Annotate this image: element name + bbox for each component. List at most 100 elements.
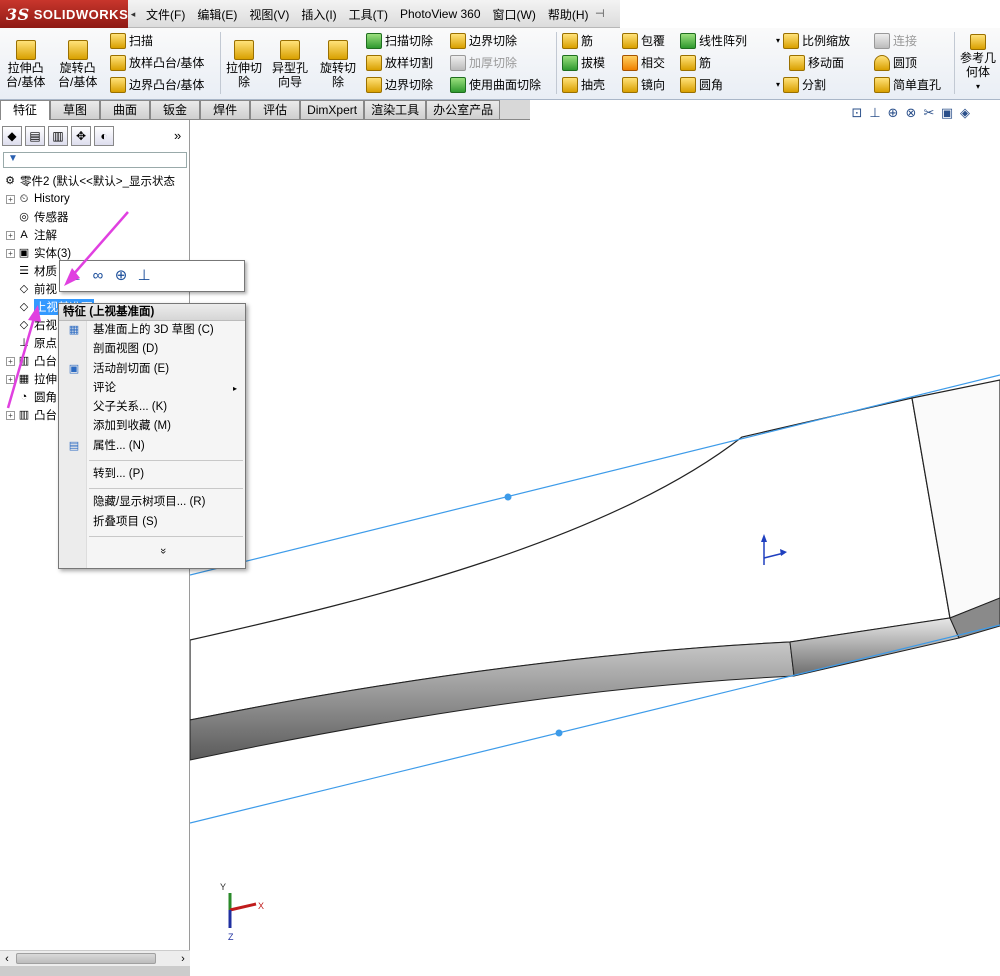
- sweep-cut-button[interactable]: 扫描切除: [366, 32, 433, 49]
- menu-insert[interactable]: 插入(I): [295, 6, 342, 23]
- shell-icon: [562, 76, 578, 93]
- menu-photoview[interactable]: PhotoView 360: [394, 7, 487, 21]
- surface-cut-label: 使用曲面切除: [469, 78, 542, 92]
- hole-wizard-button[interactable]: 异型孔 向导: [272, 40, 308, 89]
- normal-to-icon[interactable]: ⊥: [868, 106, 882, 120]
- shell-button[interactable]: 抽壳: [562, 76, 605, 93]
- view-orientation-icon[interactable]: ▣: [940, 106, 954, 120]
- tree-horizontal-scrollbar[interactable]: ‹ ›: [0, 950, 190, 966]
- annotation-arrows: [6, 211, 129, 409]
- mirror-icon: [622, 76, 638, 93]
- surface-cut-button[interactable]: 使用曲面切除: [450, 76, 541, 93]
- dropdown-arrow-icon: ▾: [776, 80, 781, 89]
- dome-button[interactable]: 圆顶: [874, 54, 917, 71]
- dome-icon: [874, 54, 890, 71]
- menu-item-collapse-items[interactable]: 折叠项目 (S): [59, 513, 245, 532]
- loft-cut-label: 放样切割: [385, 56, 434, 70]
- move-face-button[interactable]: 移动面: [789, 54, 844, 71]
- shell-label: 抽壳: [581, 78, 606, 92]
- thicken-cut-label: 加厚切除: [469, 56, 518, 70]
- mirror-button[interactable]: 镜向: [622, 76, 665, 93]
- intersect-label: 相交: [641, 56, 666, 70]
- simple-hole-button[interactable]: 简单直孔: [874, 76, 941, 93]
- mirror-label: 镜向: [641, 78, 666, 92]
- scroll-right-icon[interactable]: ›: [176, 951, 190, 967]
- menu-window[interactable]: 窗口(W): [487, 6, 542, 23]
- rib2-label: 筋: [699, 56, 712, 70]
- rib-icon: [562, 32, 578, 49]
- wrap-label: 包覆: [641, 34, 666, 48]
- scroll-thumb[interactable]: [16, 953, 156, 964]
- scroll-left-icon[interactable]: ‹: [0, 951, 14, 967]
- tab-render-tools[interactable]: 渲染工具: [364, 100, 427, 119]
- split-label: 分割: [802, 78, 827, 92]
- zoom-area-icon[interactable]: ⊕: [886, 106, 900, 120]
- rib2-button[interactable]: 筋: [680, 54, 711, 71]
- menu-item-hide-show-tree-items[interactable]: 隐藏/显示树项目... (R): [59, 493, 245, 512]
- axis-label-x: X: [258, 901, 264, 911]
- reference-geometry-button[interactable]: 参考几 何体 ▾: [960, 34, 996, 94]
- dome-label: 圆顶: [893, 56, 918, 70]
- linear-pattern-icon: [680, 32, 696, 49]
- draft-label: 拔模: [581, 56, 606, 70]
- boundary-cut2-icon: [450, 32, 466, 49]
- menu-help[interactable]: 帮助(H): [542, 6, 595, 23]
- loft-cut-button[interactable]: 放样切割: [366, 54, 433, 71]
- axis-label-y: Y: [220, 882, 226, 892]
- axis-label-z: Z: [228, 932, 234, 942]
- sweep-cut-label: 扫描切除: [385, 34, 434, 48]
- surface-cut-icon: [450, 76, 466, 93]
- loft-cut-icon: [366, 54, 382, 71]
- previous-view-icon[interactable]: ⊗: [904, 106, 918, 120]
- move-face-label: 移动面: [808, 56, 845, 70]
- reference-geometry-icon: [970, 34, 986, 50]
- display-style-icon[interactable]: ◈: [958, 106, 972, 120]
- tab-office-products[interactable]: 办公室产品: [426, 100, 501, 119]
- draft-button[interactable]: 拔模: [562, 54, 605, 71]
- thicken-cut-icon: [450, 54, 466, 71]
- revolve-cut-button[interactable]: 旋转切 除: [320, 40, 356, 89]
- connect-label: 连接: [893, 34, 918, 48]
- pin-icon[interactable]: ⊣: [595, 7, 611, 20]
- sweep-cut-icon: [366, 32, 382, 49]
- thicken-cut-button[interactable]: 加厚切除: [450, 54, 517, 71]
- menu-item-add-to-favorites[interactable]: 添加到收藏 (M): [59, 417, 245, 436]
- scale-icon: [783, 32, 800, 49]
- intersect-button[interactable]: 相交: [622, 54, 665, 71]
- fillet-label: 圆角: [699, 78, 724, 92]
- linear-pattern-label: 线性阵列: [699, 34, 748, 48]
- boundary-cut-label: 边界切除: [385, 78, 434, 92]
- plane-handle: [504, 493, 512, 501]
- fillet-button[interactable]: 圆角: [680, 76, 723, 93]
- panel-bottom-tabs: [0, 966, 190, 976]
- model-view: Y X Z: [190, 374, 1000, 942]
- connect-icon: [874, 32, 890, 49]
- title-bar-area: [620, 0, 1000, 28]
- split-icon: [783, 76, 800, 93]
- scale-button[interactable]: ▾ 比例缩放: [776, 32, 850, 49]
- wrap-button[interactable]: 包覆: [622, 32, 665, 49]
- menu-item-go-to[interactable]: 转到... (P): [59, 465, 245, 484]
- tab-dimxpert[interactable]: DimXpert: [300, 100, 365, 119]
- zoom-to-fit-icon[interactable]: ⊡: [850, 106, 864, 120]
- connect-button[interactable]: 连接: [874, 32, 917, 49]
- hole-wizard-label: 异型孔 向导: [272, 61, 309, 89]
- scale-label: 比例缩放: [802, 34, 851, 48]
- reference-geometry-label: 参考几 何体: [960, 51, 997, 79]
- move-face-icon: [789, 54, 805, 71]
- rib-label: 筋: [581, 34, 594, 48]
- section-view-icon[interactable]: ✂: [922, 106, 936, 120]
- menu-item-properties[interactable]: ▤ 属性... (N): [59, 437, 245, 456]
- boundary-cut2-button[interactable]: 边界切除: [450, 32, 517, 49]
- boundary-cut-button[interactable]: 边界切除: [366, 76, 433, 93]
- hole-wizard-icon: [280, 40, 300, 60]
- boundary-cut-icon: [366, 76, 382, 93]
- revolve-cut-label: 旋转切 除: [320, 61, 357, 89]
- linear-pattern-button[interactable]: 线性阵列: [680, 32, 747, 49]
- rib-button[interactable]: 筋: [562, 32, 593, 49]
- revolve-cut-icon: [328, 40, 348, 60]
- menu-tools[interactable]: 工具(T): [343, 6, 394, 23]
- wrap-icon: [622, 32, 638, 49]
- graphics-area[interactable]: Y X Z: [190, 120, 1000, 973]
- split-button[interactable]: ▾ 分割: [776, 76, 826, 93]
